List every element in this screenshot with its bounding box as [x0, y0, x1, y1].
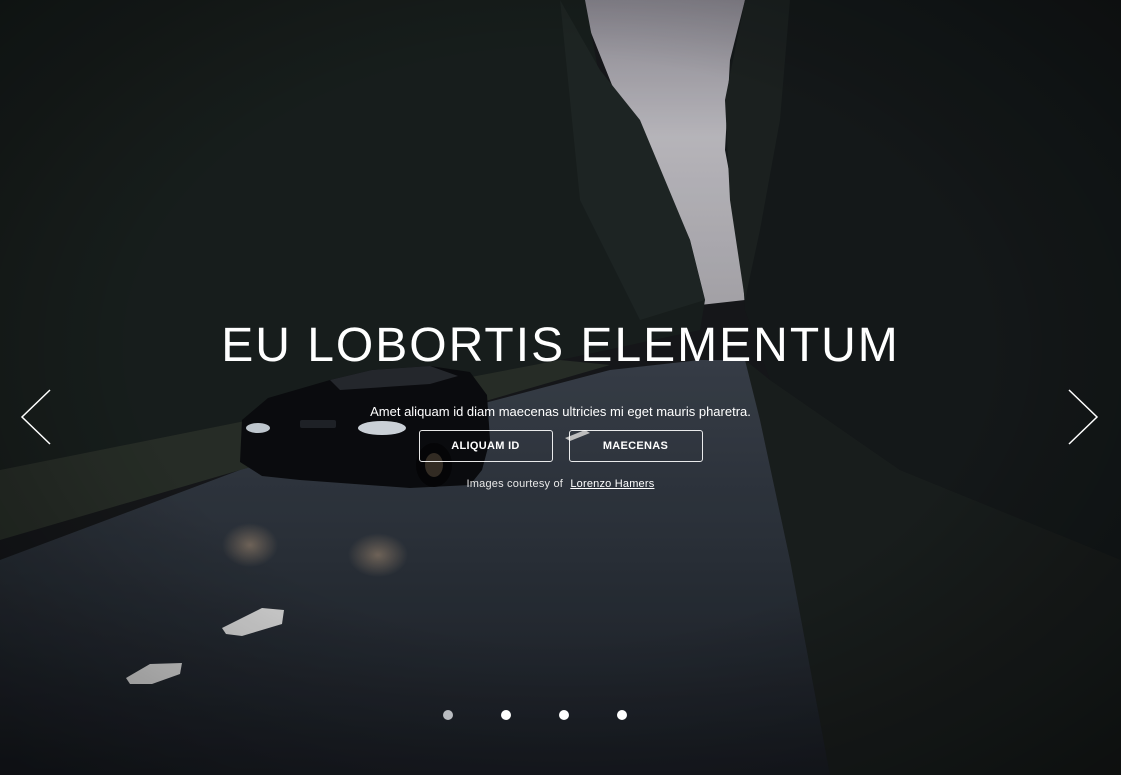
- slide-dot-3[interactable]: [559, 710, 569, 720]
- hero-subtitle: Amet aliquam id diam maecenas ultricies …: [370, 404, 751, 419]
- credit-link[interactable]: Lorenzo Hamers: [570, 478, 654, 490]
- image-credit: Images courtesy of Lorenzo Hamers: [0, 478, 1121, 490]
- slide-dot-1[interactable]: [443, 710, 453, 720]
- slide-dot-2[interactable]: [501, 710, 511, 720]
- hero-content: EU LOBORTIS ELEMENTUM Amet aliquam id di…: [0, 318, 1121, 490]
- credit-prefix: Images courtesy of: [466, 478, 564, 490]
- aliquam-id-button[interactable]: ALIQUAM ID: [418, 430, 553, 462]
- hero-title: EU LOBORTIS ELEMENTUM: [221, 319, 900, 372]
- hero-slider: EU LOBORTIS ELEMENTUM Amet aliquam id di…: [0, 0, 1121, 775]
- hero-button-row: ALIQUAM ID MAECENAS: [0, 430, 1121, 462]
- maecenas-button[interactable]: MAECENAS: [568, 430, 703, 462]
- slide-dot-4[interactable]: [617, 710, 627, 720]
- slide-indicators: [443, 710, 627, 720]
